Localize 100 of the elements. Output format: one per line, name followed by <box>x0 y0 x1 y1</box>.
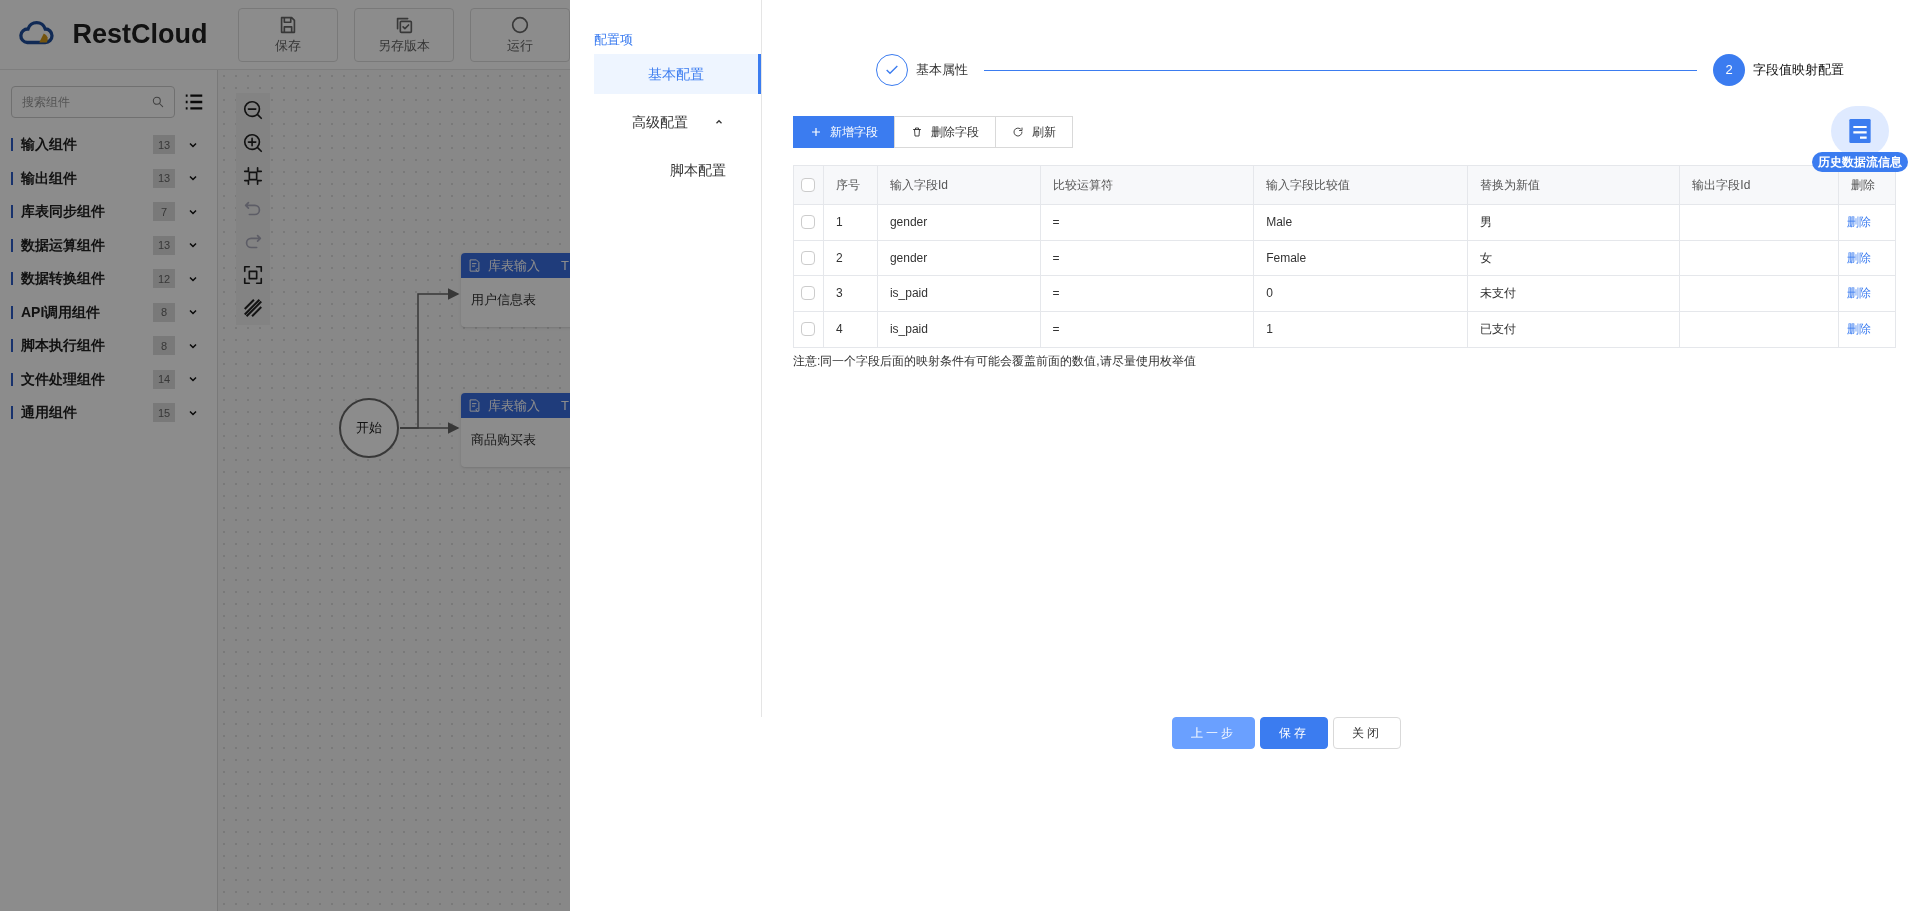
count-badge: 15 <box>153 403 175 423</box>
table-cell-text: = <box>1052 214 1060 232</box>
component-group-label[interactable]: 文件处理组件 <box>21 368 153 390</box>
delete-link[interactable]: 删除 <box>1847 284 1872 303</box>
node-card[interactable]: 库表输入 T 商品购买表 <box>461 393 570 467</box>
trash-icon <box>911 126 923 138</box>
component-group-label[interactable]: 数据运算组件 <box>21 234 153 256</box>
node-tag: T <box>561 255 569 276</box>
table-cell-text: gender <box>889 249 928 267</box>
plus-icon <box>810 126 822 138</box>
table-cell-text: Female <box>1266 249 1307 267</box>
component-group-label[interactable]: 通用组件 <box>21 402 153 424</box>
refresh-icon <box>1012 126 1024 138</box>
group-marker <box>11 339 13 353</box>
table-cell-text: Male <box>1266 214 1293 232</box>
group-marker <box>11 205 13 219</box>
count-badge: 13 <box>153 235 175 255</box>
count-badge: 8 <box>153 302 175 322</box>
step-label: 字段值映射配置 <box>1753 61 1844 80</box>
node-card[interactable]: 库表输入 T 用户信息表 <box>461 253 570 327</box>
component-group-label[interactable]: 库表同步组件 <box>21 201 153 223</box>
fit-view-icon[interactable] <box>242 165 264 187</box>
table-cell-text: 3 <box>835 285 843 303</box>
component-group-label[interactable]: 输入组件 <box>21 134 153 156</box>
group-marker <box>11 406 13 420</box>
count-badge: 12 <box>153 269 175 289</box>
group-marker <box>11 238 13 252</box>
hatch-pattern-icon[interactable] <box>242 297 264 319</box>
table-cell-text: 4 <box>835 321 843 339</box>
table-cell-text: = <box>1052 321 1060 339</box>
step-label: 基本属性 <box>916 61 968 80</box>
count-badge: 13 <box>153 135 175 155</box>
table-cell-text: 2 <box>835 249 843 267</box>
node-type: 库表输入 <box>488 256 540 275</box>
menu-item[interactable]: 基本配置 <box>594 54 761 94</box>
save-button[interactable]: 保存 <box>1259 717 1328 749</box>
table-cell-text: = <box>1052 285 1060 303</box>
menu-item[interactable]: 高级配置 <box>594 102 761 142</box>
history-badge[interactable]: 历史数据流信息 <box>1812 152 1908 172</box>
count-badge: 13 <box>153 168 175 188</box>
toolbar-button[interactable]: 另存版本 <box>354 7 454 62</box>
delete-link[interactable]: 删除 <box>1847 248 1872 267</box>
table-cell-text: 1 <box>1266 321 1273 339</box>
node-type: 库表输入 <box>488 396 540 415</box>
checkbox[interactable] <box>801 322 816 337</box>
toolbar-button[interactable]: 刷新 <box>995 116 1073 148</box>
toolbar-button[interactable]: 新增字段 <box>793 116 895 148</box>
group-marker <box>11 138 13 152</box>
component-group-label[interactable]: 输出组件 <box>21 167 153 189</box>
component-group-label[interactable]: 脚本执行组件 <box>21 335 153 357</box>
checkbox[interactable] <box>801 250 816 265</box>
zoom-in-icon[interactable] <box>242 132 264 154</box>
list-icon[interactable] <box>183 91 205 113</box>
component-group-label[interactable]: API调用组件 <box>21 301 153 323</box>
table-cell-text: 0 <box>1266 285 1273 303</box>
checkbox[interactable] <box>801 178 816 192</box>
table-cell-text: is_paid <box>889 285 928 303</box>
document-icon <box>467 398 482 413</box>
start-node[interactable]: 开始 <box>339 398 399 458</box>
table-cell-text: 男 <box>1479 214 1492 232</box>
table-cell-text: 女 <box>1479 249 1492 267</box>
document-icon <box>467 258 482 273</box>
toolbar-button[interactable]: 运行 <box>470 7 570 62</box>
delete-link[interactable]: 删除 <box>1847 320 1872 339</box>
search-icon <box>151 95 165 109</box>
table-cell-text: 已支付 <box>1479 321 1516 339</box>
group-marker <box>11 272 13 286</box>
close-button[interactable]: 关闭 <box>1332 717 1401 749</box>
fullscreen-icon[interactable] <box>242 264 264 286</box>
menu-item[interactable]: 脚本配置 <box>594 150 761 190</box>
node-name: 商品购买表 <box>470 431 537 449</box>
component-group-label[interactable]: 数据转换组件 <box>21 268 153 290</box>
toolbar-button[interactable]: 保存 <box>238 7 338 62</box>
group-marker <box>11 305 13 319</box>
count-badge: 14 <box>153 369 175 389</box>
column-header: 输入字段Id <box>877 166 1041 204</box>
step-marker: 2 <box>1713 54 1745 86</box>
column-header: 序号 <box>823 166 878 204</box>
column-header: 比较运算符 <box>1040 166 1255 204</box>
column-header: 删除 <box>1850 177 1877 194</box>
table-cell-text: is_paid <box>889 321 928 339</box>
node-tag: T <box>561 395 569 416</box>
table-cell-text: 未支付 <box>1479 285 1516 303</box>
checkbox[interactable] <box>801 286 816 301</box>
column-header: 输入字段比较值 <box>1254 166 1468 204</box>
table-cell-text: gender <box>889 214 928 232</box>
checkbox[interactable] <box>801 215 816 230</box>
zoom-out-icon[interactable] <box>242 99 264 121</box>
toolbar-button[interactable]: 删除字段 <box>894 116 996 148</box>
app-logo-text: RestCloud <box>72 18 209 52</box>
group-marker <box>11 171 13 185</box>
group-marker <box>11 372 13 386</box>
note-text: 注意:同一个字段后面的映射条件有可能会覆盖前面的数值,请尽量使用枚举值 <box>793 353 1197 370</box>
delete-link[interactable]: 删除 <box>1847 213 1872 232</box>
node-name: 用户信息表 <box>470 291 537 309</box>
count-badge: 7 <box>153 202 175 222</box>
table-cell-text: = <box>1052 249 1060 267</box>
column-header: 替换为新值 <box>1467 166 1681 204</box>
table-cell-text: 1 <box>835 214 843 232</box>
count-badge: 8 <box>153 336 175 356</box>
